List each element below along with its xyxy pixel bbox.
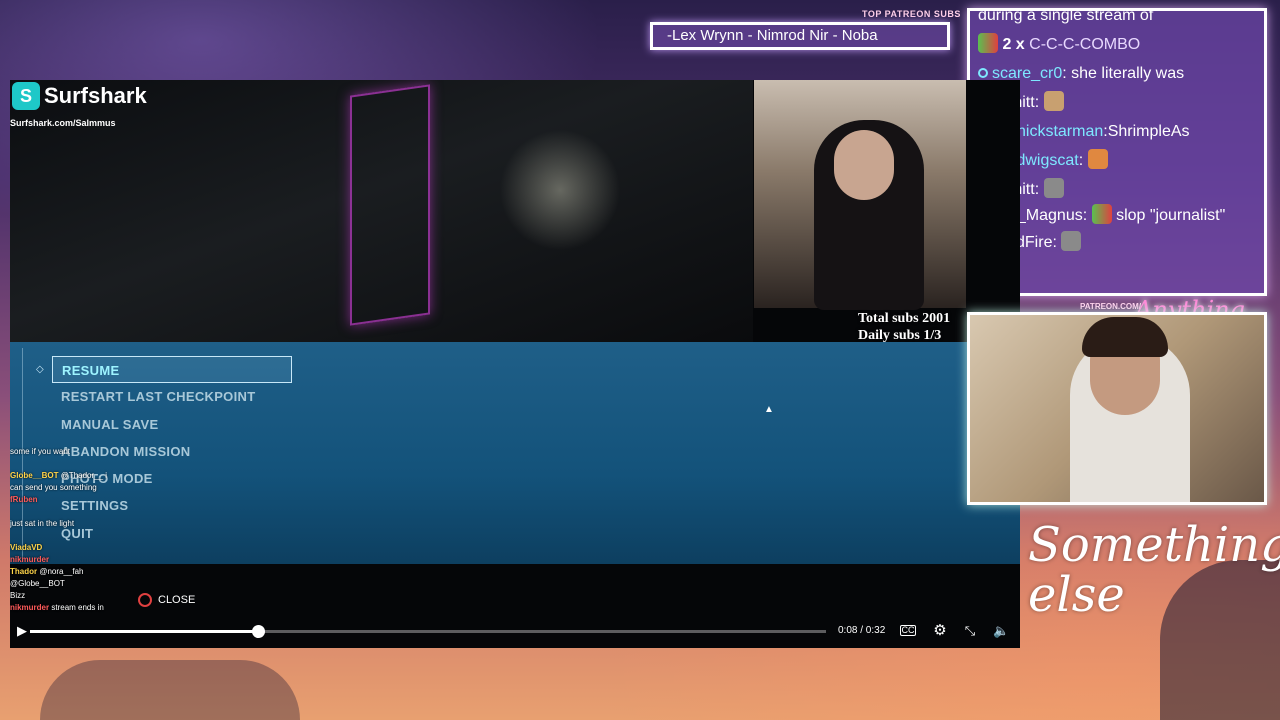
monkey-emote-icon xyxy=(1087,149,1108,169)
chat-cut-line: during a single stream of xyxy=(978,8,1154,24)
stream-chat-overlay: some if you want Globe__BOT @Thador__ i … xyxy=(10,446,210,614)
captions-icon[interactable]: CC xyxy=(900,625,916,636)
menu-item-resume[interactable]: RESUME xyxy=(52,356,292,384)
overlay-chat-line xyxy=(10,458,210,470)
time-display: 0:08 / 0:32 xyxy=(838,625,886,636)
cohost-hair xyxy=(1082,317,1168,357)
chat-text: slop "journalist" xyxy=(1116,207,1226,224)
total-subs: Total subs 2001 xyxy=(858,311,951,326)
cat-emote-icon xyxy=(1061,231,1082,251)
sub-counter: Total subs 2001 Daily subs 1/3 xyxy=(858,310,950,344)
chat-combo-line: 2 x C-C-C-COMBO xyxy=(978,30,1256,59)
streamer-face xyxy=(834,130,894,200)
combo-count: 2 x xyxy=(1002,36,1025,53)
chat-text: she literally was xyxy=(1071,65,1185,82)
overlay-chat-line: just sat in the light xyxy=(10,519,75,528)
chat-username[interactable]: nickstarman xyxy=(1017,123,1103,140)
cohost-webcam xyxy=(967,312,1267,505)
close-icon xyxy=(138,593,152,607)
neon-frame-decor xyxy=(350,84,430,326)
something-else-logo: Something else xyxy=(1028,517,1280,623)
settings-gear-icon[interactable]: ⚙ xyxy=(932,623,948,639)
overlay-chat-line: nikmurder xyxy=(10,555,50,564)
mod-badge-icon xyxy=(978,68,988,78)
combo-emote-icon xyxy=(978,33,998,53)
overlay-chat-line xyxy=(10,530,210,542)
close-label: CLOSE xyxy=(158,594,196,606)
surfshark-icon: S xyxy=(12,82,40,110)
player-controls: ▶ 0:08 / 0:32 CC ⚙ ⤡ 🔈 xyxy=(10,616,1020,648)
minimize-icon[interactable]: ⤡ xyxy=(962,623,978,639)
play-icon[interactable]: ▶ xyxy=(14,623,30,639)
overlay-chat-line: Thador @nora__fah xyxy=(10,567,84,576)
overlay-chat-line: fRuben xyxy=(10,495,38,504)
video-player[interactable]: S Surfshark Surfshark.com/Salmmus Total … xyxy=(10,80,1020,648)
progress-knob[interactable] xyxy=(252,625,266,638)
patreon-subs-names: -Lex Wrynn - Nimrod Nir - Noba xyxy=(667,27,878,44)
overlay-chat-line: @Globe__BOT xyxy=(10,579,65,588)
overlay-chat-line: Globe__BOT @Thador__ i xyxy=(10,471,108,480)
chat-text: ShrimpleAs xyxy=(1107,123,1190,140)
patreon-subs-banner: -Lex Wrynn - Nimrod Nir - Noba xyxy=(650,22,950,50)
overlay-chat-line xyxy=(10,506,210,518)
volume-icon[interactable]: 🔈 xyxy=(993,623,1009,639)
overlay-chat-line: ViadaVD xyxy=(10,543,43,552)
overlay-chat-line: can send you something xyxy=(10,483,97,492)
surfshark-name: Surfshark xyxy=(44,83,147,108)
menu-pointer-icon: ◇ xyxy=(36,364,44,375)
combo-text: C-C-C-COMBO xyxy=(1029,36,1141,53)
progress-bar[interactable] xyxy=(30,625,826,638)
combo-emote-icon xyxy=(1091,204,1112,224)
game-scene xyxy=(10,80,753,342)
patreon-url: PATREON.COM/ xyxy=(1080,302,1142,311)
progress-fill xyxy=(30,630,259,633)
cat-emote-icon xyxy=(1043,91,1064,111)
menu-item-restart-checkpoint[interactable]: RESTART LAST CHECKPOINT xyxy=(52,383,292,410)
cat-emote-icon xyxy=(1043,178,1064,198)
palm-silhouette-left xyxy=(40,660,300,720)
streamer-webcam xyxy=(754,80,966,310)
surfshark-url: Surfshark.com/Salmmus xyxy=(10,118,116,128)
mouse-cursor-icon: ▲ xyxy=(764,404,774,415)
overlay-chat-line: some if you want xyxy=(10,447,71,456)
menu-item-manual-save[interactable]: MANUAL SAVE xyxy=(52,411,292,438)
surfshark-logo: S Surfshark xyxy=(12,82,147,110)
patreon-label: TOP PATREON SUBS xyxy=(862,9,961,19)
close-button[interactable]: CLOSE xyxy=(138,593,195,607)
